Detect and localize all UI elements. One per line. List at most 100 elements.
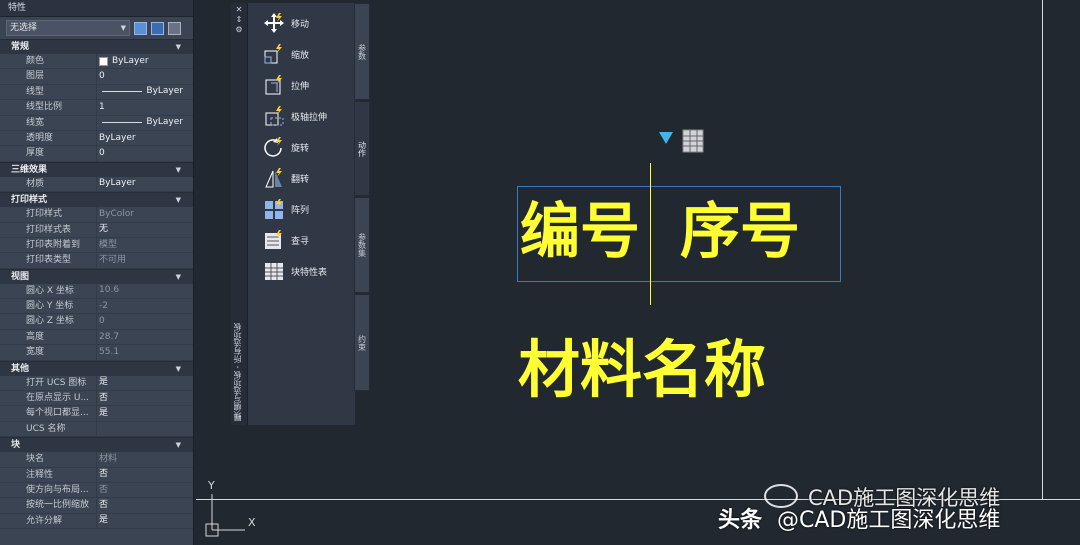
property-value[interactable]: 0: [96, 146, 193, 161]
drawing-text-cailiao[interactable]: 材料名称: [518, 330, 766, 410]
palette-tab[interactable]: 动作: [354, 101, 370, 196]
palette-tab[interactable]: 约束: [354, 294, 370, 391]
property-value-text: 55.1: [99, 346, 120, 357]
select-objects-icon[interactable]: [151, 21, 164, 35]
property-row[interactable]: 打印表类型 不可用: [0, 253, 193, 269]
tool-label: 阵列: [291, 205, 310, 216]
tool-move[interactable]: 移动: [263, 9, 309, 37]
tool-stretch[interactable]: 拉伸: [263, 71, 309, 99]
property-value-text: 是: [99, 377, 109, 388]
tool-label: 拉伸: [291, 81, 310, 92]
property-row[interactable]: 允许分解 是: [0, 513, 193, 530]
property-label: 厚度: [26, 148, 45, 159]
property-row[interactable]: 宽度 55.1: [0, 345, 193, 361]
property-row[interactable]: 透明度 ByLayer: [0, 130, 193, 147]
tool-block-table[interactable]: 块特性表: [263, 257, 327, 285]
property-row[interactable]: 圆心 Y 坐标 -2: [0, 299, 193, 315]
properties-menu-icon[interactable]: ⚙: [231, 25, 247, 35]
property-row[interactable]: 圆心 Z 坐标 0: [0, 314, 193, 330]
property-row[interactable]: 线宽 ByLayer: [0, 115, 193, 131]
property-row[interactable]: 材质 ByLayer: [0, 176, 193, 193]
property-label: 在原点显示 U...: [26, 393, 90, 404]
property-row[interactable]: 块名 材料: [0, 452, 193, 468]
collapse-icon[interactable]: ▼: [176, 163, 181, 178]
property-value[interactable]: 否: [96, 467, 193, 482]
tool-array[interactable]: 阵列: [263, 195, 309, 223]
property-label: 宽度: [26, 347, 45, 358]
property-value[interactable]: 1: [96, 100, 193, 115]
palette-tab[interactable]: 参数: [354, 3, 370, 100]
collapse-icon[interactable]: ▼: [176, 270, 181, 285]
section-header[interactable]: 块 ▼: [0, 437, 193, 453]
ucs-x-label: X: [248, 516, 256, 529]
section-header[interactable]: 视图 ▼: [0, 268, 193, 285]
property-row[interactable]: 打开 UCS 图标 是: [0, 375, 193, 392]
property-value[interactable]: ByLayer: [96, 176, 193, 192]
property-row[interactable]: 使方向与布局... 否: [0, 482, 193, 499]
tool-lookup[interactable]: 查寻: [263, 226, 309, 254]
properties-panel: 特性 无选择 ▼ 常规 ▼ 颜色 ByLayer 图层 0 线型 ByLayer 线型比例 1 线宽…: [0, 0, 194, 545]
autohide-icon[interactable]: ⇕: [231, 15, 247, 25]
property-row[interactable]: 颜色 ByLayer: [0, 54, 193, 70]
tool-scale[interactable]: 缩放: [263, 40, 309, 68]
property-row[interactable]: 打印样式表 无: [0, 222, 193, 238]
palette-menu-icon[interactable]: ▤: [234, 413, 242, 423]
section-header[interactable]: 其他 ▼: [0, 360, 193, 377]
property-value[interactable]: ByLayer: [96, 54, 193, 69]
property-value: 10.6: [96, 283, 193, 299]
property-value[interactable]: 是: [96, 375, 193, 391]
property-value[interactable]: 是: [96, 406, 193, 421]
selection-bar: 无选择 ▼: [0, 17, 193, 39]
property-row[interactable]: 圆心 X 坐标 10.6: [0, 283, 193, 300]
property-value[interactable]: 是: [96, 513, 193, 529]
property-row[interactable]: 打印表附着到 模型: [0, 237, 193, 254]
tool-flip[interactable]: 翻转: [263, 164, 309, 192]
property-value[interactable]: ByLayer: [96, 115, 193, 130]
property-label: 允许分解: [26, 515, 63, 526]
grip-icons[interactable]: [655, 128, 707, 156]
collapse-icon[interactable]: ▼: [176, 193, 181, 208]
property-row[interactable]: 按统一比例缩放否: [0, 498, 193, 514]
property-value[interactable]: 0: [96, 69, 193, 84]
property-row[interactable]: 打印样式 ByColor: [0, 207, 193, 223]
property-label: 圆心 Z 坐标: [26, 316, 74, 327]
section-header[interactable]: 打印样式 ▼: [0, 192, 193, 208]
drawing-text-xuhao[interactable]: 序号: [680, 192, 800, 272]
property-row[interactable]: 厚度 0: [0, 146, 193, 162]
property-label: 打印样式: [26, 209, 63, 220]
quick-select-icon[interactable]: [168, 21, 181, 35]
block-authoring-palette: ✕ ⇕ ⚙ 块编写选项板 - 所有选项板 ▤ 移动 缩放 拉伸 极轴拉伸 旋转 翻转 阵列查…: [231, 3, 355, 425]
property-value: 否: [96, 482, 193, 498]
collapse-icon[interactable]: ▼: [176, 40, 181, 55]
selection-dropdown[interactable]: 无选择 ▼: [6, 20, 130, 36]
property-value[interactable]: ByLayer: [96, 84, 193, 100]
property-row[interactable]: 线型 ByLayer: [0, 84, 193, 101]
property-row[interactable]: 在原点显示 U... 否: [0, 391, 193, 407]
property-value[interactable]: 无: [96, 222, 193, 237]
section-header[interactable]: 常规 ▼: [0, 39, 193, 54]
property-row[interactable]: 高度 28.7: [0, 329, 193, 346]
property-row[interactable]: 线型比例 1: [0, 100, 193, 116]
lookup-icon: [263, 229, 285, 251]
collapse-icon[interactable]: ▼: [176, 362, 181, 377]
property-row[interactable]: UCS 名称: [0, 421, 193, 438]
collapse-icon[interactable]: ▼: [176, 438, 181, 453]
close-icon[interactable]: ✕: [231, 5, 247, 15]
color-swatch-icon: [99, 56, 108, 66]
property-value[interactable]: 否: [96, 391, 193, 406]
selection-value: 无选择: [10, 23, 38, 33]
drawing-text-bianhao[interactable]: 编号: [520, 192, 640, 272]
property-row[interactable]: 每个视口都显... 是: [0, 406, 193, 422]
property-value[interactable]: ByLayer: [96, 130, 193, 146]
property-label: 每个视口都显...: [26, 408, 89, 419]
tool-label: 缩放: [291, 50, 310, 61]
property-value[interactable]: [96, 421, 193, 437]
section-header[interactable]: 三维效果 ▼: [0, 161, 193, 178]
property-row[interactable]: 注释性 否: [0, 467, 193, 483]
palette-tab[interactable]: 参数集: [354, 197, 370, 293]
property-row[interactable]: 图层 0: [0, 69, 193, 85]
tool-polar-stretch[interactable]: 极轴拉伸: [263, 102, 327, 130]
property-value[interactable]: 否: [96, 498, 193, 513]
tool-rotate[interactable]: 旋转: [263, 133, 309, 161]
toggle-pickadd-icon[interactable]: [134, 21, 147, 35]
